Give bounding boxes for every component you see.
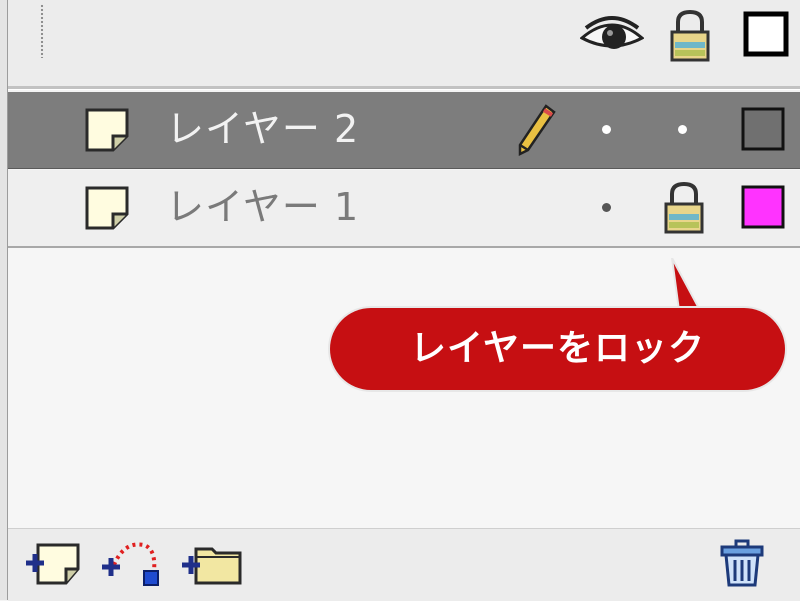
header-divider [8,86,800,90]
outline-square-icon[interactable] [742,8,790,64]
lock-icon[interactable] [666,8,714,68]
layer-name[interactable]: レイヤー 1 [166,182,359,232]
add-motion-guide-icon[interactable] [100,537,170,593]
callout-text: レイヤーをロック [410,328,705,369]
lock-layer-callout: レイヤーをロック [330,308,785,390]
panel-left-edge [0,0,8,600]
lock-dot[interactable] [678,125,687,134]
lock-icon[interactable] [660,180,708,240]
visibility-dot[interactable] [602,125,611,134]
layer-panel-header [8,0,800,86]
panel-grip[interactable] [40,4,44,58]
pencil-icon [516,104,556,160]
add-layer-folder-icon[interactable] [180,537,246,593]
layer-page-icon [83,106,133,156]
outline-color-box[interactable] [740,106,786,156]
trash-icon[interactable] [718,539,766,593]
layer-toolbar [8,528,800,601]
add-layer-icon[interactable] [22,539,84,593]
eye-icon[interactable] [579,8,645,64]
layer-name[interactable]: レイヤー 2 [166,104,359,154]
layer-row-1[interactable]: レイヤー 1 [8,170,800,248]
outline-color-box[interactable] [740,184,786,234]
layer-row-2[interactable]: レイヤー 2 [8,92,800,169]
visibility-dot[interactable] [602,203,611,212]
layer-page-icon [83,184,133,234]
